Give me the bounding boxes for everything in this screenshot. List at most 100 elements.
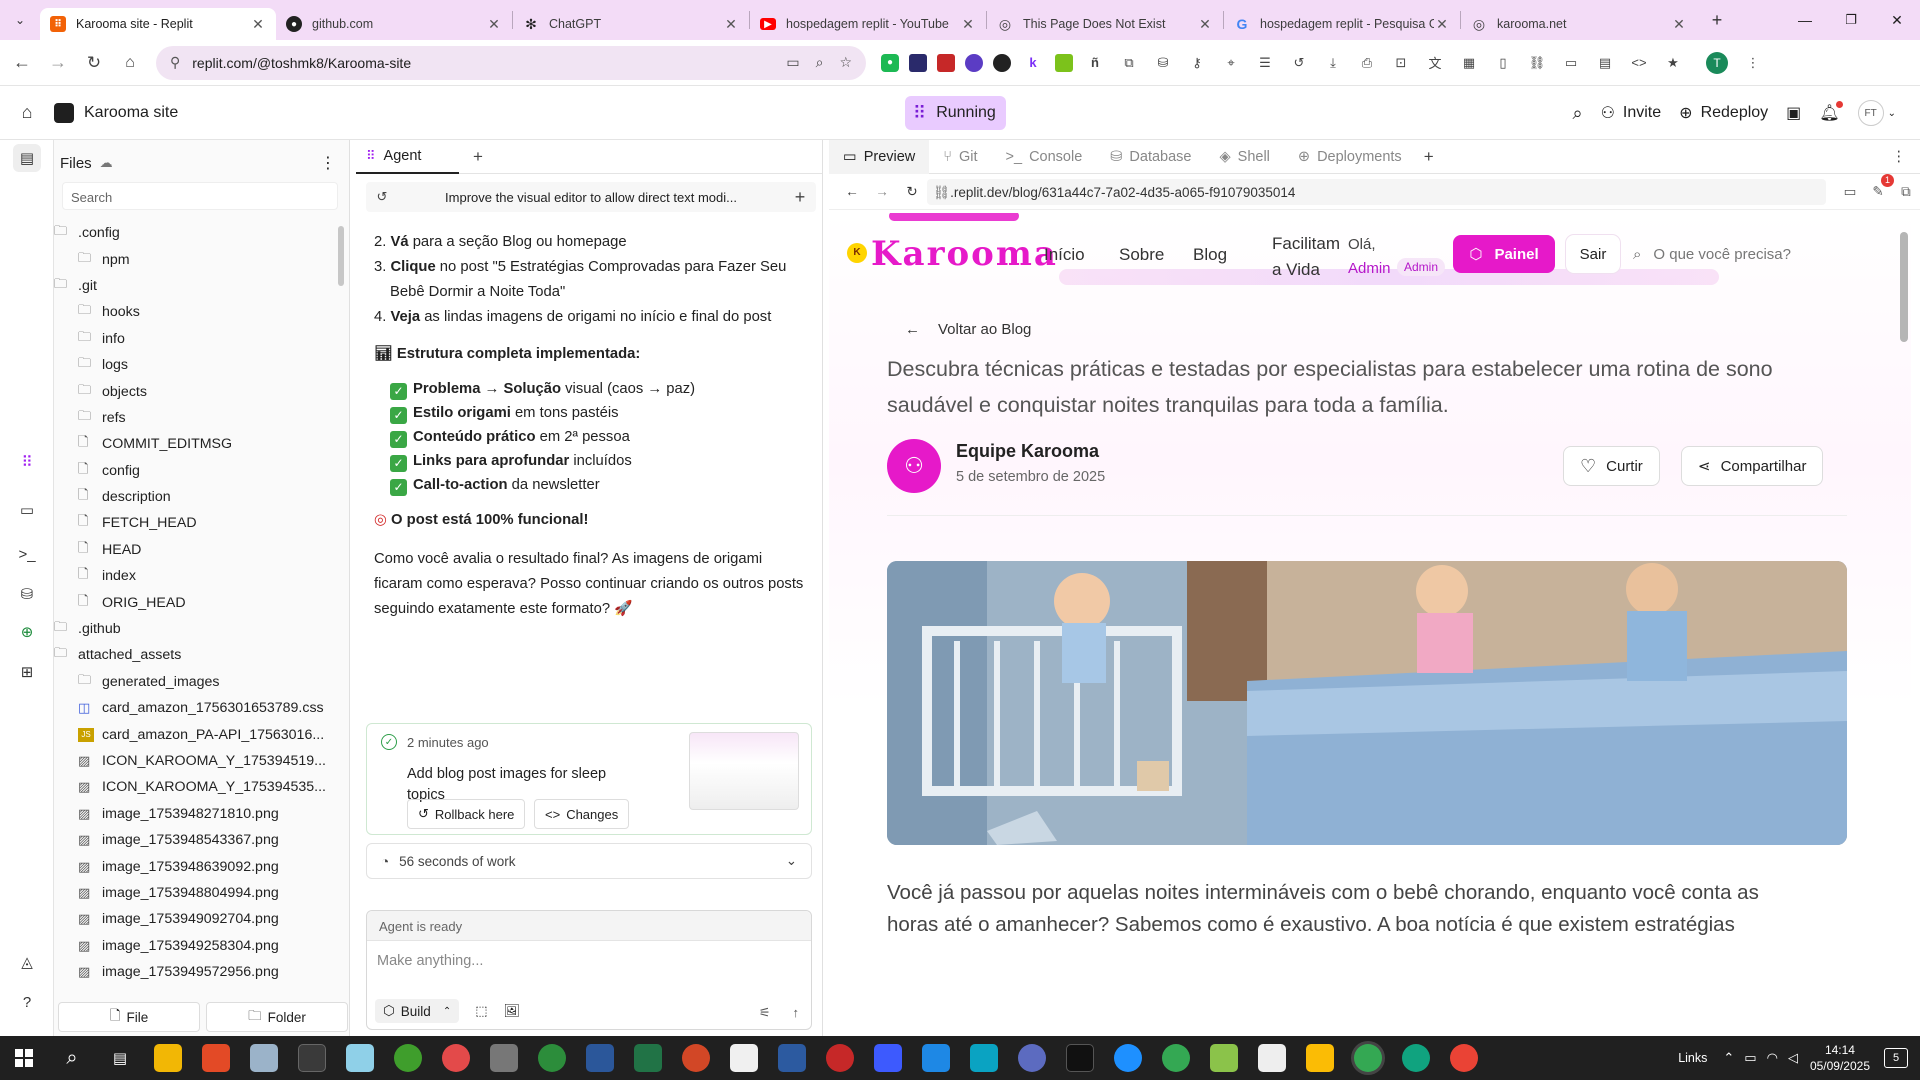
bell-icon[interactable]: 🔔︎ (1819, 101, 1843, 123)
element-select-icon[interactable]: ⬚ (475, 1003, 487, 1019)
browser-tab-google[interactable]: G hospedagem replit - Pesquisa G ✕ (1224, 8, 1460, 40)
volume-icon[interactable]: ◁ (1788, 1050, 1798, 1066)
extension-icon[interactable] (965, 53, 983, 72)
chevron-up-icon[interactable]: ⌃ (1723, 1050, 1734, 1066)
app-icon[interactable] (970, 1044, 998, 1072)
run-status-button[interactable]: ⠿ Running (905, 96, 1006, 130)
share-button[interactable]: ⋖ Compartilhar (1681, 446, 1824, 486)
calculator-icon[interactable] (298, 1044, 326, 1072)
qr-code-icon[interactable]: ▦ (1457, 51, 1481, 75)
file-row[interactable]: 🗋︎ HEAD (54, 537, 344, 563)
forward-arrow-icon[interactable]: → (40, 45, 76, 81)
tab-preview[interactable]: ▭ Preview (829, 139, 930, 174)
files-scrollbar[interactable] (338, 226, 344, 286)
home-icon[interactable]: ⌂ (112, 45, 148, 81)
download-icon[interactable]: ⤓ (1321, 51, 1345, 75)
chrome-icon[interactable] (1450, 1044, 1478, 1072)
database-icon[interactable]: ⛁ (13, 580, 41, 608)
app-icon[interactable] (1114, 1044, 1142, 1072)
agent-tab[interactable]: ⠿ Agent (356, 140, 459, 174)
app-icon[interactable] (1258, 1044, 1286, 1072)
word-icon[interactable] (586, 1044, 614, 1072)
links-toolbar[interactable]: Links (1678, 1051, 1707, 1065)
extension-icon[interactable]: ● (881, 53, 899, 72)
file-icon[interactable] (730, 1044, 758, 1072)
app-icon[interactable] (202, 1044, 230, 1072)
powerpoint-icon[interactable] (682, 1044, 710, 1072)
app-icon[interactable] (394, 1044, 422, 1072)
app-icon[interactable] (490, 1044, 518, 1072)
app-icon[interactable] (1210, 1044, 1238, 1072)
close-icon[interactable]: ✕ (1197, 16, 1213, 33)
folder-row[interactable]: 🗀︎ .config (54, 220, 344, 246)
drive-icon[interactable] (1306, 1044, 1334, 1072)
site-settings-icon[interactable]: ⚲ (170, 54, 180, 71)
extension-icon[interactable] (909, 53, 927, 72)
open-new-window-icon[interactable]: ⧉ (1892, 184, 1920, 200)
work-summary[interactable]: ◔ 56 seconds of work ⌄ (366, 843, 812, 879)
help-icon[interactable]: ? (13, 988, 41, 1016)
add-tab-icon[interactable]: + (473, 147, 483, 167)
install-app-icon[interactable]: ▭ (786, 54, 799, 71)
file-row[interactable]: ▨ image_1753948543367.png (54, 827, 344, 853)
deployments-icon[interactable]: ⊕ (13, 618, 41, 646)
preview-icon[interactable]: ▭ (13, 496, 41, 524)
checkpoint-thumbnail[interactable] (689, 732, 799, 810)
nav-link-blog[interactable]: Blog (1193, 245, 1227, 265)
reading-mode-icon[interactable]: ▯ (1491, 51, 1515, 75)
invite-button[interactable]: ⚇ Invite (1601, 103, 1662, 123)
changes-button[interactable]: <> Changes (534, 799, 630, 829)
redeploy-button[interactable]: ⊕ Redeploy (1679, 103, 1768, 123)
app-icon[interactable] (826, 1044, 854, 1072)
file-row[interactable]: JS card_amazon_PA-API_17563016... (54, 721, 344, 747)
close-icon[interactable]: ✕ (960, 16, 976, 33)
files-search-input[interactable]: Search (62, 182, 338, 210)
powershell-icon[interactable] (778, 1044, 806, 1072)
notepad-icon[interactable] (346, 1044, 374, 1072)
reload-icon[interactable]: ↻ (76, 45, 112, 81)
minimize-button[interactable]: — (1782, 12, 1828, 28)
tab-console[interactable]: >_ Console (992, 140, 1097, 174)
preview-scrollbar[interactable] (1900, 232, 1908, 342)
browser-tab-thispage[interactable]: ◎ This Page Does Not Exist ✕ (987, 8, 1223, 40)
excel-icon[interactable] (634, 1044, 662, 1072)
windows-start-icon[interactable] (0, 1036, 48, 1080)
chrome-icon[interactable] (1162, 1044, 1190, 1072)
browser-tab-chatgpt[interactable]: ✻ ChatGPT ✕ (513, 8, 749, 40)
bookmarks-icon[interactable]: ★ (1661, 51, 1685, 75)
console-icon[interactable]: >_ (13, 540, 41, 568)
file-row[interactable]: ▨ image_1753949572956.png (54, 959, 344, 985)
restore-button[interactable]: ❐ (1828, 12, 1874, 28)
wifi-icon[interactable]: ◠ (1767, 1050, 1778, 1066)
extension-icon[interactable] (993, 53, 1011, 72)
files-menu-icon[interactable]: ⋮ (320, 153, 336, 173)
location-icon[interactable]: ⌖ (1219, 51, 1243, 75)
replit-agent-icon[interactable]: ⠿ (13, 448, 41, 476)
app-icon[interactable] (874, 1044, 902, 1072)
nav-link-facilitam[interactable]: Facilitam a Vida (1272, 231, 1340, 283)
extension-icon[interactable] (1055, 53, 1073, 72)
app-icon[interactable] (922, 1044, 950, 1072)
close-icon[interactable]: ✕ (1671, 16, 1687, 33)
extension-icon[interactable]: k (1021, 51, 1045, 75)
tab-search-button[interactable]: ⌄ (0, 0, 40, 40)
file-row[interactable]: 🗋︎ ORIG_HEAD (54, 589, 344, 615)
code-icon[interactable]: <> (1627, 51, 1651, 75)
all-tools-icon[interactable]: ⊞ (13, 658, 41, 686)
puzzle-icon[interactable]: ⧉ (1117, 51, 1141, 75)
preview-url-input[interactable]: ⛓.replit.dev/blog/631a44c7-7a02-4d35-a06… (927, 178, 1826, 205)
close-icon[interactable]: ✕ (1434, 16, 1450, 33)
home-icon[interactable]: ⌂ (0, 102, 54, 123)
back-arrow-icon[interactable]: ← (837, 184, 867, 199)
close-icon[interactable]: ✕ (486, 16, 502, 33)
address-bar[interactable]: ⚲ replit.com/@toshmk8/Karooma-site ▭ ⌕ ☆ (156, 45, 866, 80)
cast-icon[interactable]: ▭ (1559, 51, 1583, 75)
rollback-button[interactable]: ↺ Rollback here (407, 799, 526, 829)
edit-icon[interactable]: ✎ 1 (1864, 173, 1894, 200)
file-row[interactable]: ◫ card_amazon_1756301653789.css (54, 695, 344, 721)
zoom-icon[interactable]: ⌕ (816, 54, 824, 71)
file-row[interactable]: ▨ image_1753949092704.png (54, 906, 344, 932)
karooma-logo[interactable]: Karooma (871, 234, 1058, 274)
project-switcher[interactable]: Karooma site (54, 102, 178, 123)
extension-icon[interactable]: ñ (1083, 51, 1107, 75)
